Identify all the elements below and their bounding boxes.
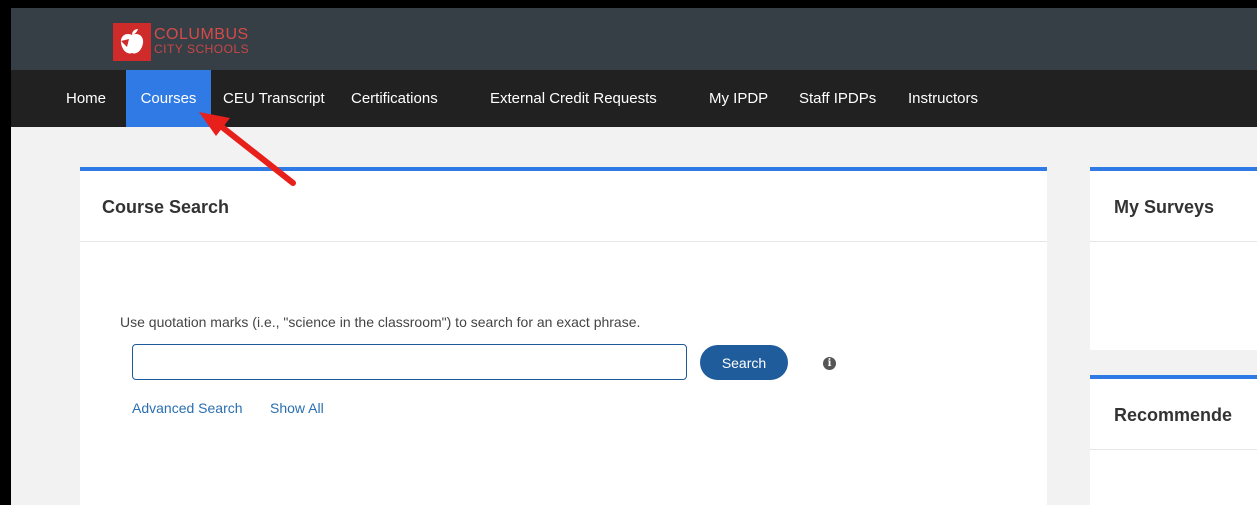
my-surveys-panel: My Surveys	[1090, 167, 1257, 350]
course-search-header: Course Search	[80, 171, 1047, 242]
nav-external-credit-requests[interactable]: External Credit Requests	[490, 70, 657, 127]
search-button[interactable]: Search	[700, 345, 788, 380]
info-icon[interactable]: i	[823, 357, 836, 370]
app-window: COLUMBUS CITY SCHOOLS Home Courses CEU T…	[11, 8, 1257, 505]
advanced-search-link[interactable]: Advanced Search	[132, 400, 243, 416]
course-search-input[interactable]	[132, 344, 687, 380]
search-hint: Use quotation marks (i.e., "science in t…	[120, 314, 641, 330]
logo-text-line2: CITY SCHOOLS	[154, 42, 250, 56]
nav-staff-ipdps[interactable]: Staff IPDPs	[799, 70, 876, 127]
nav-certifications[interactable]: Certifications	[351, 70, 438, 127]
district-logo[interactable]: COLUMBUS CITY SCHOOLS	[113, 22, 249, 62]
recommended-panel: Recommende	[1090, 375, 1257, 505]
nav-ceu-transcript[interactable]: CEU Transcript	[223, 70, 325, 127]
nav-instructors[interactable]: Instructors	[908, 70, 978, 127]
recommended-header: Recommende	[1090, 379, 1257, 450]
course-search-title: Course Search	[102, 197, 230, 217]
my-surveys-title: My Surveys	[1114, 197, 1215, 217]
recommended-title: Recommende	[1114, 405, 1233, 425]
nav-courses[interactable]: Courses	[126, 70, 211, 127]
nav-my-ipdp[interactable]: My IPDP	[709, 70, 768, 127]
logo-text-line1: COLUMBUS	[154, 26, 249, 43]
course-search-panel: Course Search Use quotation marks (i.e.,…	[80, 167, 1047, 505]
apple-logo-icon	[113, 23, 151, 61]
main-nav: Home Courses CEU Transcript Certificatio…	[11, 70, 1257, 127]
show-all-link[interactable]: Show All	[270, 400, 324, 416]
nav-home[interactable]: Home	[66, 70, 106, 127]
my-surveys-header: My Surveys	[1090, 171, 1257, 242]
brand-bar: COLUMBUS CITY SCHOOLS	[11, 8, 1257, 70]
